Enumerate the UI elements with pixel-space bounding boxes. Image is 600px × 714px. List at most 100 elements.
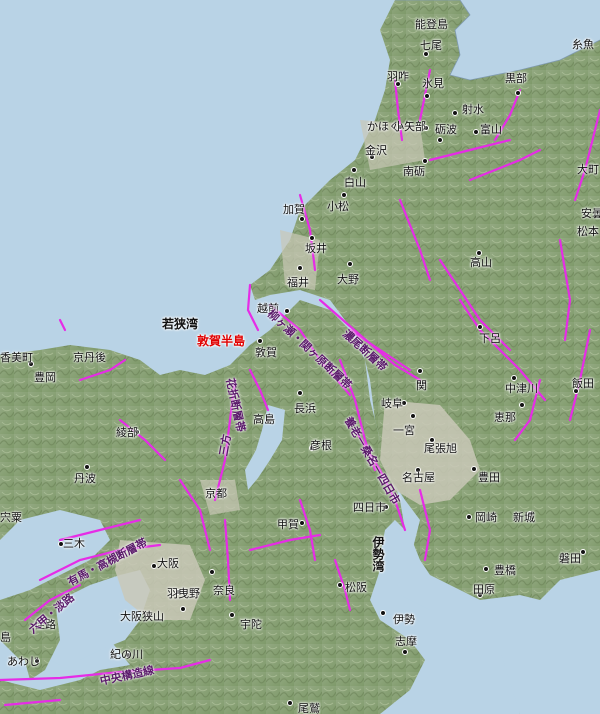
city-marker[interactable] <box>380 610 386 616</box>
city-label[interactable]: 長浜 <box>294 403 316 415</box>
city-label[interactable]: 彦根 <box>310 440 332 452</box>
place-label[interactable]: 宍粟 <box>0 512 22 524</box>
city-label[interactable]: 羽咋 <box>387 71 409 83</box>
place-label[interactable]: 糸魚 <box>572 39 594 51</box>
city-label[interactable]: 下呂 <box>479 333 501 345</box>
city-label[interactable]: 福井 <box>287 277 309 289</box>
city-marker[interactable] <box>299 216 305 222</box>
place-label[interactable]: 大町 <box>577 164 599 176</box>
city-label[interactable]: 富山 <box>480 124 502 136</box>
city-marker[interactable] <box>466 514 472 520</box>
city-label[interactable]: 豊橋 <box>494 565 516 577</box>
city-label[interactable]: 三木 <box>63 538 85 550</box>
city-label[interactable]: 氷見 <box>422 78 444 90</box>
city-label[interactable]: 坂井 <box>305 243 327 255</box>
city-label[interactable]: 砺波 <box>435 124 457 136</box>
city-marker[interactable] <box>297 390 303 396</box>
city-label[interactable]: 飯田 <box>572 378 594 390</box>
city-marker[interactable] <box>471 466 477 472</box>
city-label[interactable]: 綾部 <box>116 427 138 439</box>
city-label[interactable]: 黒部 <box>505 73 527 85</box>
city-label[interactable]: 丹波 <box>74 473 96 485</box>
city-label[interactable]: 大阪 <box>157 558 179 570</box>
city-marker[interactable] <box>477 324 483 330</box>
city-label[interactable]: 恵那 <box>494 412 516 424</box>
city-label[interactable]: 金沢 <box>365 145 387 157</box>
place-label[interactable]: 京丹後 <box>73 352 106 364</box>
city-label[interactable]: 松阪 <box>345 582 367 594</box>
city-label[interactable]: 甲賀 <box>277 519 299 531</box>
city-marker[interactable] <box>287 700 293 706</box>
city-label[interactable]: 尾鷲 <box>298 703 320 714</box>
city-label[interactable]: 紀の川 <box>110 649 143 661</box>
city-label[interactable]: 大野 <box>337 274 359 286</box>
city-marker[interactable] <box>519 402 525 408</box>
city-label[interactable]: 小松 <box>327 201 349 213</box>
city-marker[interactable] <box>437 137 443 143</box>
city-label[interactable]: 岐阜 <box>381 398 403 410</box>
city-label[interactable]: あわじ <box>7 656 40 668</box>
city-label[interactable]: 高山 <box>470 257 492 269</box>
city-marker[interactable] <box>180 606 186 612</box>
city-marker[interactable] <box>299 520 305 526</box>
place-label[interactable]: 香美町 <box>0 352 33 364</box>
city-label[interactable]: 宇陀 <box>240 619 262 631</box>
city-label[interactable]: 四日市 <box>353 502 386 514</box>
city-marker[interactable] <box>347 261 353 267</box>
city-marker[interactable] <box>351 167 357 173</box>
city-label[interactable]: 射水 <box>462 104 484 116</box>
city-marker[interactable] <box>297 265 303 271</box>
city-label[interactable]: 加賀 <box>283 204 305 216</box>
city-label[interactable]: 名古屋 <box>402 472 435 484</box>
place-label[interactable]: 能登島 <box>415 19 448 31</box>
city-marker[interactable] <box>483 566 489 572</box>
city-marker[interactable] <box>284 308 290 314</box>
city-label[interactable]: 奈良 <box>213 585 235 597</box>
city-label[interactable]: 磐田 <box>559 553 581 565</box>
city-label[interactable]: 新城 <box>513 512 535 524</box>
city-marker[interactable] <box>341 192 347 198</box>
city-label[interactable]: 尾張旭 <box>424 443 457 455</box>
city-marker[interactable] <box>84 464 90 470</box>
city-marker[interactable] <box>309 235 315 241</box>
city-label[interactable]: 小矢部 <box>393 121 426 133</box>
city-label[interactable]: 中津川 <box>505 383 538 395</box>
city-label[interactable]: 京都 <box>205 488 227 500</box>
city-marker[interactable] <box>257 338 263 344</box>
city-label[interactable]: 一宮 <box>393 425 415 437</box>
city-label[interactable]: 敦賀 <box>255 347 277 359</box>
city-label[interactable]: 大阪狭山 <box>120 611 164 623</box>
city-label[interactable]: 志摩 <box>395 636 417 648</box>
city-marker[interactable] <box>473 129 479 135</box>
city-label[interactable]: 七尾 <box>420 40 442 52</box>
place-label[interactable]: 島 <box>0 632 11 644</box>
city-marker[interactable] <box>452 110 458 116</box>
city-label[interactable]: 羽曳野 <box>167 588 200 600</box>
city-marker[interactable] <box>515 90 521 96</box>
city-label[interactable]: 高島 <box>253 414 275 426</box>
water-label[interactable]: 伊勢湾 <box>371 536 385 572</box>
place-label[interactable]: 安曇 <box>581 208 600 220</box>
city-marker[interactable] <box>337 582 343 588</box>
city-label[interactable]: 南砺 <box>403 166 425 178</box>
city-label[interactable]: 白山 <box>344 177 366 189</box>
city-marker[interactable] <box>511 375 517 381</box>
city-marker[interactable] <box>402 649 408 655</box>
city-marker[interactable] <box>424 93 430 99</box>
city-marker[interactable] <box>417 368 423 374</box>
fault-line <box>398 198 432 282</box>
city-marker[interactable] <box>410 413 416 419</box>
city-label[interactable]: 豊田 <box>478 472 500 484</box>
city-label[interactable]: 伊勢 <box>393 614 415 626</box>
city-label[interactable]: 岡崎 <box>475 512 497 524</box>
city-label[interactable]: 豊岡 <box>34 372 56 384</box>
city-marker[interactable] <box>229 612 235 618</box>
water-label[interactable]: 若狭湾 <box>162 318 198 330</box>
city-label[interactable]: 関 <box>416 380 427 392</box>
map-canvas[interactable]: 七尾 羽咋 氷見 射水 黒部 かほく 小矢部 砺波 富山 金沢 南砺 白山 小松 加賀 坂井 高山 福井 大野 越前… <box>0 0 600 714</box>
highlight-label[interactable]: 敦賀半島 <box>197 335 245 347</box>
city-marker[interactable] <box>209 569 215 575</box>
place-label[interactable]: 松本 <box>577 226 599 238</box>
city-marker[interactable] <box>422 158 428 164</box>
city-label[interactable]: 田原 <box>473 584 495 596</box>
